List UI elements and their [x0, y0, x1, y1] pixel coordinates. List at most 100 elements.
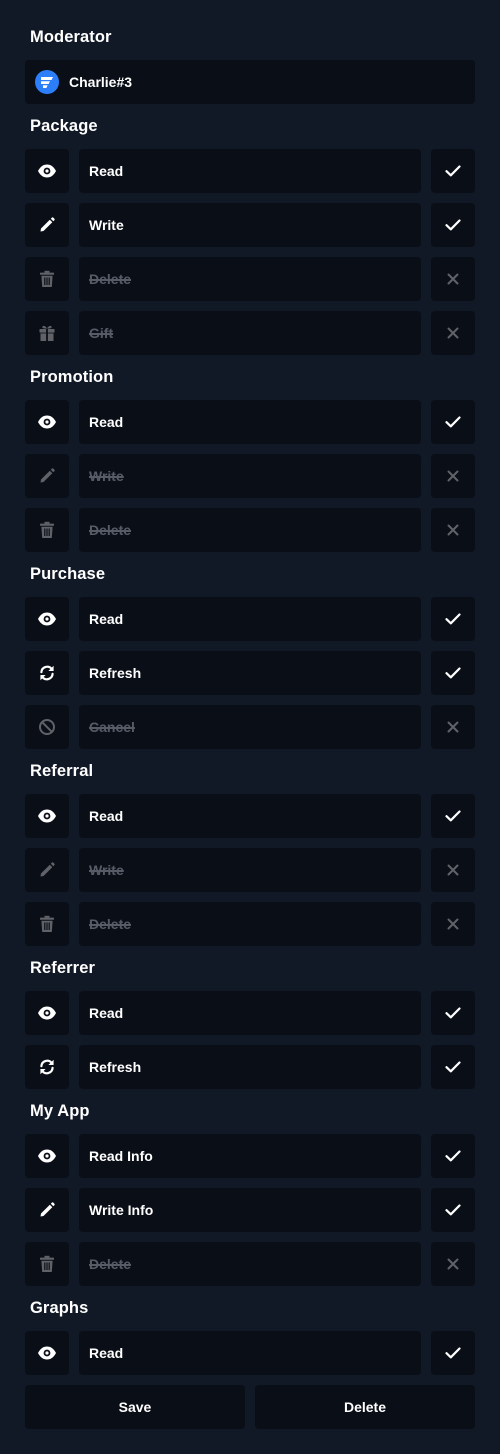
section-title-promotion: Promotion — [30, 368, 114, 386]
permission-label: Read — [79, 794, 421, 838]
brand-logo-icon — [35, 70, 59, 94]
pencil-icon — [25, 203, 69, 247]
pencil-icon — [25, 1188, 69, 1232]
permission-row-package-delete: Delete — [25, 257, 475, 301]
moderator-field[interactable]: Charlie#3 — [25, 60, 475, 104]
permission-row-referral-write: Write — [25, 848, 475, 892]
save-button[interactable]: Save — [25, 1385, 245, 1429]
section-title-referrer: Referrer — [30, 959, 96, 977]
section-title-package: Package — [30, 117, 98, 135]
permission-label: Read — [79, 991, 421, 1035]
permission-label: Read — [79, 597, 421, 641]
eye-icon — [25, 149, 69, 193]
permission-toggle-purchase-read[interactable] — [431, 597, 475, 641]
permission-toggle-referral-read[interactable] — [431, 794, 475, 838]
permission-row-package-read: Read — [25, 149, 475, 193]
eye-icon — [25, 991, 69, 1035]
eye-icon — [25, 597, 69, 641]
check-icon — [445, 1204, 461, 1216]
permission-toggle-graphs-read[interactable] — [431, 1331, 475, 1375]
permission-label: Write — [79, 454, 421, 498]
permission-toggle-referrer-refresh[interactable] — [431, 1045, 475, 1089]
refresh-icon — [25, 1045, 69, 1089]
section-title-graphs: Graphs — [30, 1299, 89, 1317]
close-icon — [447, 918, 459, 930]
permission-toggle-my-app-write-info[interactable] — [431, 1188, 475, 1232]
permission-row-my-app-delete: Delete — [25, 1242, 475, 1286]
eye-icon — [25, 1134, 69, 1178]
moderator-name: Charlie#3 — [69, 74, 133, 90]
permission-label: Read — [79, 1331, 421, 1375]
permission-label: Write — [79, 203, 421, 247]
permission-row-graphs-read: Read — [25, 1331, 475, 1375]
section-title-purchase: Purchase — [30, 565, 106, 583]
permission-label: Read — [79, 149, 421, 193]
close-icon — [447, 273, 459, 285]
permission-toggle-purchase-cancel[interactable] — [431, 705, 475, 749]
permissions-panel: Moderator Charlie#3 Package Read Write Dele… — [0, 0, 500, 1454]
close-icon — [447, 327, 459, 339]
permission-label: Write Info — [79, 1188, 421, 1232]
permission-row-my-app-write-info: Write Info — [25, 1188, 475, 1232]
eye-icon — [25, 1331, 69, 1375]
moderator-title: Moderator — [30, 28, 112, 46]
check-icon — [445, 1347, 461, 1359]
permission-row-package-gift: Gift — [25, 311, 475, 355]
permission-toggle-referral-write[interactable] — [431, 848, 475, 892]
pencil-icon — [25, 848, 69, 892]
permission-toggle-package-delete[interactable] — [431, 257, 475, 301]
permission-toggle-referrer-read[interactable] — [431, 991, 475, 1035]
permission-row-referrer-read: Read — [25, 991, 475, 1035]
eye-icon — [25, 400, 69, 444]
permission-toggle-package-gift[interactable] — [431, 311, 475, 355]
permission-toggle-referral-delete[interactable] — [431, 902, 475, 946]
check-icon — [445, 1007, 461, 1019]
permission-toggle-promotion-delete[interactable] — [431, 508, 475, 552]
permission-label: Read — [79, 400, 421, 444]
eye-icon — [25, 794, 69, 838]
permission-toggle-package-read[interactable] — [431, 149, 475, 193]
close-icon — [447, 1258, 459, 1270]
trash-icon — [25, 508, 69, 552]
permission-row-referral-delete: Delete — [25, 902, 475, 946]
permission-toggle-promotion-write[interactable] — [431, 454, 475, 498]
permission-row-purchase-cancel: Cancel — [25, 705, 475, 749]
permission-toggle-purchase-refresh[interactable] — [431, 651, 475, 695]
permission-label: Refresh — [79, 651, 421, 695]
permission-label: Delete — [79, 902, 421, 946]
permission-row-purchase-read: Read — [25, 597, 475, 641]
permission-row-promotion-read: Read — [25, 400, 475, 444]
permission-label: Write — [79, 848, 421, 892]
ban-icon — [25, 705, 69, 749]
check-icon — [445, 613, 461, 625]
close-icon — [447, 721, 459, 733]
permission-toggle-my-app-read-info[interactable] — [431, 1134, 475, 1178]
permission-toggle-promotion-read[interactable] — [431, 400, 475, 444]
permission-row-promotion-write: Write — [25, 454, 475, 498]
permission-label: Cancel — [79, 705, 421, 749]
check-icon — [445, 1150, 461, 1162]
section-title-my-app: My App — [30, 1102, 90, 1120]
check-icon — [445, 219, 461, 231]
close-icon — [447, 864, 459, 876]
check-icon — [445, 667, 461, 679]
delete-button[interactable]: Delete — [255, 1385, 475, 1429]
permission-toggle-package-write[interactable] — [431, 203, 475, 247]
permission-label: Gift — [79, 311, 421, 355]
permission-row-package-write: Write — [25, 203, 475, 247]
permission-row-referrer-refresh: Refresh — [25, 1045, 475, 1089]
permission-toggle-my-app-delete[interactable] — [431, 1242, 475, 1286]
permission-row-referral-read: Read — [25, 794, 475, 838]
permission-row-my-app-read-info: Read Info — [25, 1134, 475, 1178]
pencil-icon — [25, 454, 69, 498]
permission-label: Delete — [79, 257, 421, 301]
permission-label: Refresh — [79, 1045, 421, 1089]
gift-icon — [25, 311, 69, 355]
close-icon — [447, 524, 459, 536]
trash-icon — [25, 1242, 69, 1286]
permission-label: Delete — [79, 1242, 421, 1286]
trash-icon — [25, 902, 69, 946]
check-icon — [445, 810, 461, 822]
permission-label: Read Info — [79, 1134, 421, 1178]
close-icon — [447, 470, 459, 482]
